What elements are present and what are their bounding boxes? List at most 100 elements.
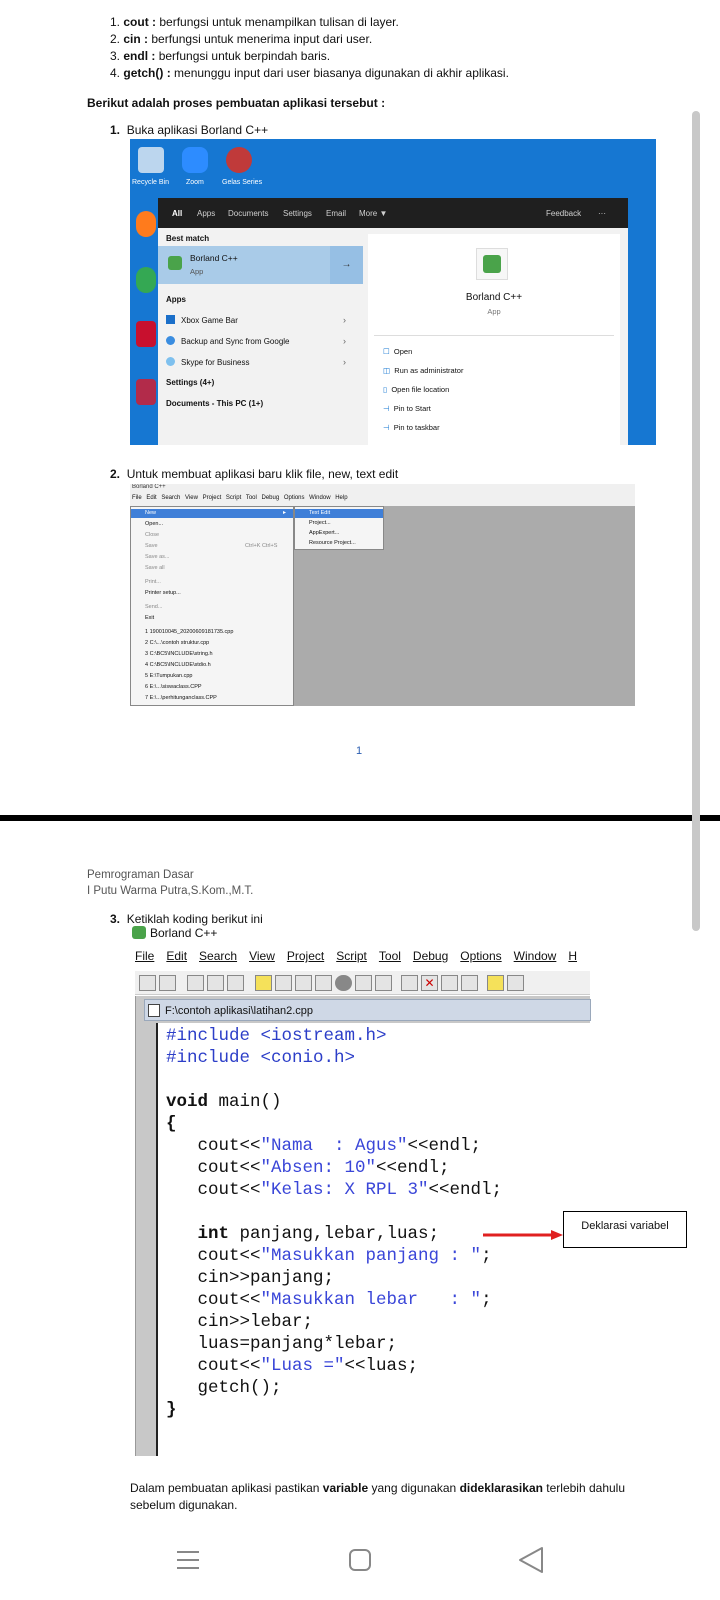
tab-documents[interactable]: Documents	[228, 209, 268, 218]
recent-file[interactable]: 6 E:\...\siswaclass.CPP	[145, 684, 202, 690]
submenu-item-text-edit[interactable]: Text Edit	[309, 510, 330, 516]
menu-item-open[interactable]: Open...	[145, 521, 163, 527]
scrollbar[interactable]	[692, 111, 700, 931]
arrow-right-icon[interactable]: →	[330, 246, 363, 284]
recent-file[interactable]: 1 190010045_20200609181735.cpp	[145, 629, 233, 635]
page-number: 1	[356, 745, 363, 757]
cut-icon[interactable]: ✕	[421, 975, 438, 991]
best-match-result[interactable]: Borland C++ App →	[158, 246, 363, 284]
borland-window-title: Borland C++	[132, 484, 166, 490]
new-submenu: Text Edit Project... AppExpert... Resour…	[294, 506, 384, 550]
tab-email[interactable]: Email	[326, 209, 346, 218]
recent-file[interactable]: 7 E:\...\perhitunganclass.CPP	[145, 695, 217, 701]
print-icon[interactable]	[207, 975, 224, 991]
menu-item-save[interactable]: Save	[145, 543, 158, 549]
compile-icon[interactable]	[275, 975, 292, 991]
submenu-item-appexpert[interactable]: AppExpert...	[309, 530, 339, 536]
action-pin-to-taskbar[interactable]: ⊣ Pin to taskbar	[383, 423, 440, 432]
closing-note: Dalam pembuatan aplikasi pastikan variab…	[130, 1481, 626, 1512]
menu-item-printer-setup[interactable]: Printer setup...	[145, 590, 181, 596]
step-over-icon[interactable]	[295, 975, 312, 991]
stop-icon[interactable]	[335, 975, 352, 991]
gelas-series-icon	[226, 147, 252, 173]
menu-script[interactable]: Script	[336, 949, 367, 963]
breakpoint-icon[interactable]	[375, 975, 392, 991]
home-icon[interactable]	[348, 1548, 372, 1572]
undo-icon[interactable]	[401, 975, 418, 991]
lightning-icon[interactable]	[255, 975, 272, 991]
file-menu-dropdown: New ▸ Open... Close Save Ctrl+K Ctrl+S S…	[130, 506, 294, 706]
best-match-label: Best match	[166, 234, 210, 243]
menu-window[interactable]: Window	[514, 949, 557, 963]
menu-project[interactable]: Project	[287, 949, 324, 963]
apps-label: Apps	[166, 295, 186, 304]
menu-item-new[interactable]: New	[145, 510, 156, 516]
menu-debug[interactable]: Debug	[413, 949, 448, 963]
shield-icon: ◫	[383, 366, 391, 375]
action-pin-to-start[interactable]: ⊣ Pin to Start	[383, 404, 431, 413]
detail-app-type: App	[487, 307, 501, 316]
feedback-link[interactable]: Feedback	[546, 209, 581, 218]
borland-app-icon	[132, 926, 146, 939]
tab-apps[interactable]: Apps	[197, 209, 215, 218]
menu-view[interactable]: View	[249, 949, 275, 963]
step-2: 2. Untuk membuat aplikasi baru klik file…	[110, 467, 399, 481]
settings-results-label[interactable]: Settings (4+)	[166, 378, 214, 387]
watch-icon[interactable]	[355, 975, 372, 991]
tab-more[interactable]: More ▼	[359, 209, 387, 218]
action-open[interactable]: ☐ Open	[383, 347, 412, 356]
code-line: void main()	[166, 1092, 282, 1112]
borland-menu-items[interactable]: File Edit Search View Project Script Too…	[132, 495, 348, 501]
app-result-backup[interactable]: Backup and Sync from Google	[166, 336, 290, 346]
tab-settings[interactable]: Settings	[283, 209, 312, 218]
borland-app-icon	[168, 256, 182, 270]
menu-item-save-as[interactable]: Save as...	[145, 554, 169, 560]
save-icon[interactable]	[187, 975, 204, 991]
menu-item-save-all[interactable]: Save all	[145, 565, 165, 571]
copy-icon[interactable]	[441, 975, 458, 991]
back-icon[interactable]	[518, 1546, 544, 1574]
menu-tool[interactable]: Tool	[379, 949, 401, 963]
menu-options[interactable]: Options	[460, 949, 501, 963]
recent-file[interactable]: 5 E:\Tumpukan.cpp	[145, 673, 193, 679]
new-file-icon[interactable]	[139, 975, 156, 991]
replace-icon[interactable]	[507, 975, 524, 991]
tab-all[interactable]: All	[172, 209, 182, 218]
menu-edit[interactable]: Edit	[166, 949, 187, 963]
menu-file[interactable]: File	[135, 949, 154, 963]
submenu-item-resource-project[interactable]: Resource Project...	[309, 540, 356, 546]
header-course: Pemrograman Dasar	[87, 869, 194, 881]
desktop-label-recycle-bin: Recycle Bin	[132, 179, 169, 186]
app-result-xbox[interactable]: Xbox Game Bar	[166, 315, 238, 325]
recent-file[interactable]: 4 C:\BC5\INCLUDE\stdio.h	[145, 662, 211, 668]
menu-item-print[interactable]: Print...	[145, 579, 161, 585]
binary-icon[interactable]	[227, 975, 244, 991]
recent-file[interactable]: 2 C:\...\contoh struktur.cpp	[145, 640, 209, 646]
paste-icon[interactable]	[461, 975, 478, 991]
list-item-cin: 2. cin : berfungsi untuk menerima input …	[110, 32, 373, 46]
skype-icon	[166, 357, 175, 366]
editor-titlebar: F:\contoh aplikasi\latihan2.cpp	[144, 999, 591, 1021]
menu-help[interactable]: H	[568, 949, 577, 963]
menu-item-exit[interactable]: Exit	[145, 615, 154, 621]
chevron-right-icon: ›	[343, 357, 346, 367]
open-file-icon[interactable]	[159, 975, 176, 991]
action-run-as-admin[interactable]: ◫ Run as administrator	[383, 366, 463, 375]
submenu-item-project[interactable]: Project...	[309, 520, 331, 526]
kingston-icon	[136, 321, 156, 347]
action-open-file-location[interactable]: ▯ Open file location	[383, 385, 449, 394]
menu-item-close[interactable]: Close	[145, 532, 159, 538]
menu-item-send[interactable]: Send...	[145, 604, 162, 610]
recent-file[interactable]: 3 C:\BC5\INCLUDE\string.h	[145, 651, 213, 657]
desktop-label-gelas-series: Gelas Series	[222, 179, 263, 186]
find-icon[interactable]	[487, 975, 504, 991]
recent-apps-icon[interactable]	[176, 1548, 200, 1572]
documents-results-label[interactable]: Documents - This PC (1+)	[166, 399, 263, 408]
start-menu: All Apps Documents Settings Email More ▼…	[158, 198, 628, 445]
code-line: cin>>lebar;	[166, 1312, 314, 1332]
app-result-skype[interactable]: Skype for Business	[166, 357, 249, 367]
menu-search[interactable]: Search	[199, 949, 237, 963]
step-into-icon[interactable]	[315, 975, 332, 991]
detail-app-name: Borland C++	[465, 292, 523, 303]
more-options-icon[interactable]: ···	[598, 209, 606, 218]
